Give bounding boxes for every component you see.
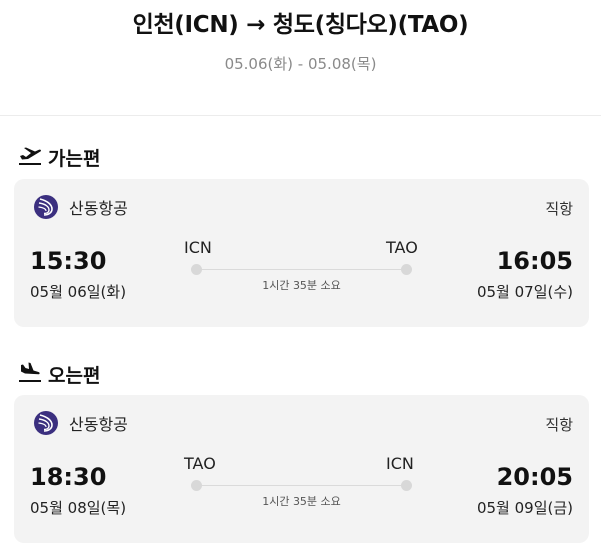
plane-takeoff-icon [18,144,48,171]
outbound-airline-name: 산동항공 [69,199,128,218]
inbound-arrival-date: 05월 09일(금) [476,499,573,517]
outbound-arrival-date: 05월 07일(수) [476,283,573,301]
inbound-route-line [196,485,407,486]
travel-dates: 05.06(화) - 05.08(목) [224,55,377,73]
inbound-departure-time: 18:30 [30,463,107,491]
outbound-section-label: 가는편 [48,147,101,170]
inbound-section-label: 오는편 [48,364,101,387]
outbound-departure-time: 15:30 [30,247,107,275]
outbound-arrival-code: TAO [386,238,418,257]
inbound-stops: 직항 [545,416,573,434]
shandong-airlines-logo-icon [34,195,58,219]
outbound-flight-card[interactable]: 산동항공 직항 ICN TAO 1시간 35분 소요 15:30 16:05 0… [14,179,589,327]
inbound-arrival-code: ICN [386,454,414,473]
plane-landing-icon [18,361,48,388]
shandong-airlines-logo-icon [34,411,58,435]
inbound-departure-date: 05월 08일(목) [30,499,127,517]
outbound-departure-dot [191,264,202,275]
inbound-airline: 산동항공 [34,411,128,435]
inbound-duration: 1시간 35분 소요 [262,495,341,508]
outbound-section-title: 가는편 [18,144,100,170]
inbound-arrival-time: 20:05 [496,463,573,491]
itinerary-header: 인천(ICN) → 청도(칭다오)(TAO) 05.06(화) - 05.08(… [0,0,601,116]
route-title: 인천(ICN) → 청도(칭다오)(TAO) [132,12,469,38]
inbound-departure-dot [191,480,202,491]
outbound-route-line [196,269,407,270]
inbound-airline-name: 산동항공 [69,415,128,434]
inbound-arrival-dot [401,480,412,491]
outbound-airline: 산동항공 [34,195,128,219]
inbound-flight-card[interactable]: 산동항공 직항 TAO ICN 1시간 35분 소요 18:30 20:05 0… [14,395,589,543]
outbound-stops: 직항 [545,200,573,218]
inbound-section-title: 오는편 [18,361,100,387]
outbound-departure-code: ICN [184,238,212,257]
outbound-departure-date: 05월 06일(화) [30,283,127,301]
inbound-departure-code: TAO [184,454,216,473]
outbound-arrival-time: 16:05 [496,247,573,275]
outbound-duration: 1시간 35분 소요 [262,279,341,292]
outbound-arrival-dot [401,264,412,275]
